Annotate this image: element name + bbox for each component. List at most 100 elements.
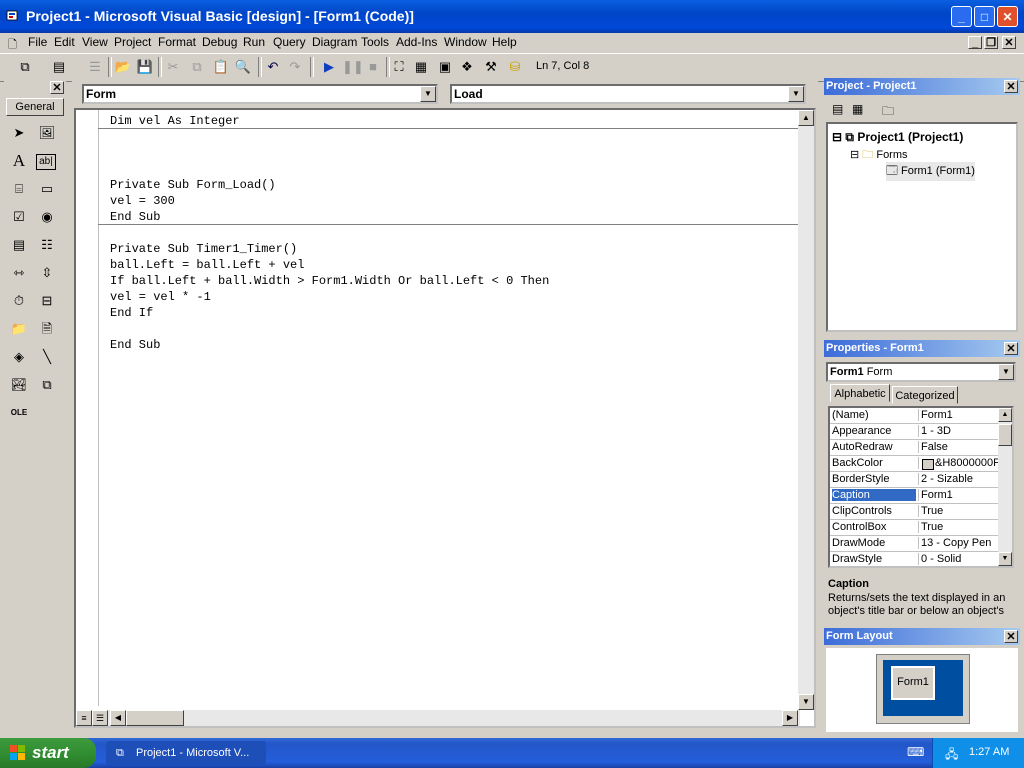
chevron-down-icon[interactable]: ▼	[998, 364, 1014, 380]
tree-project-root[interactable]: ⊟ ⧉ Project1 (Project1)	[832, 130, 963, 145]
menu-window[interactable]: Window	[444, 35, 487, 49]
margin-indicator-bar[interactable]	[76, 110, 99, 706]
property-row-selected[interactable]: Caption Form1	[830, 488, 998, 504]
scroll-down-icon[interactable]: ▼	[798, 694, 814, 710]
code-line[interactable]: If ball.Left + ball.Width > Form1.Width …	[110, 274, 549, 288]
menu-addins[interactable]: Add-Ins	[396, 35, 437, 49]
tree-form1-item[interactable]: 🗔 Form1 (Form1)	[886, 162, 975, 181]
frame-icon[interactable]: ⌸	[8, 178, 30, 200]
chevron-down-icon[interactable]: ▼	[788, 86, 804, 102]
vscrollbar-icon[interactable]: ⇳	[36, 262, 58, 284]
chevron-down-icon[interactable]: ▼	[420, 86, 436, 102]
horizontal-scroll-thumb[interactable]	[126, 710, 184, 726]
start-icon[interactable]: ▶	[320, 58, 338, 76]
vertical-scrollbar[interactable]: ▲ ▼	[798, 110, 814, 710]
scroll-left-icon[interactable]: ◀	[110, 710, 126, 726]
commandbutton-icon[interactable]: ▭	[36, 178, 58, 200]
network-icon[interactable]: 🖧	[945, 745, 958, 766]
menu-file[interactable]: File	[28, 35, 47, 49]
scroll-up-icon[interactable]: ▲	[998, 408, 1012, 422]
add-project-icon[interactable]: ⧉	[16, 58, 34, 76]
maximize-button[interactable]: □	[974, 6, 995, 27]
property-row[interactable]: BackColor &H8000000F	[830, 456, 1000, 472]
hscrollbar-icon[interactable]: ⇿	[8, 262, 30, 284]
code-line[interactable]: Private Sub Timer1_Timer()	[110, 242, 297, 256]
keyboard-icon[interactable]: ⌨	[907, 745, 924, 759]
mdi-close-button[interactable]: ✕	[1002, 36, 1016, 49]
close-button[interactable]: ✕	[997, 6, 1018, 27]
code-line[interactable]: ball.Left = ball.Left + vel	[110, 258, 304, 272]
menu-query[interactable]: Query	[273, 35, 306, 49]
undo-icon[interactable]: ↶	[264, 58, 282, 76]
menu-format[interactable]: Format	[158, 35, 196, 49]
cut-icon[interactable]: ✂	[164, 58, 182, 76]
minimize-button[interactable]: _	[951, 6, 972, 27]
timer-icon[interactable]: ⏱	[8, 290, 30, 312]
toggle-folders-icon[interactable]: 🗀	[882, 102, 900, 118]
open-icon[interactable]: 📂	[114, 58, 132, 76]
code-line[interactable]: vel = vel * -1	[110, 290, 211, 304]
menu-tools[interactable]: Tools	[361, 35, 389, 49]
textbox-icon[interactable]: ab|	[36, 154, 56, 170]
title-bar[interactable]: Project1 - Microsoft Visual Basic [desig…	[0, 0, 1024, 33]
break-icon[interactable]: ❚❚	[342, 58, 364, 76]
horizontal-scrollbar[interactable]: ≡ ☰ ◀ ▶	[76, 710, 800, 726]
property-scroll-thumb[interactable]	[998, 424, 1012, 446]
property-row[interactable]: DrawMode 13 - Copy Pen	[830, 536, 998, 552]
menu-help[interactable]: Help	[492, 35, 517, 49]
tab-alphabetic[interactable]: Alphabetic	[830, 384, 890, 402]
scroll-down-icon[interactable]: ▼	[998, 552, 1012, 566]
property-row[interactable]: DrawStyle 0 - Solid	[830, 552, 998, 568]
menu-run[interactable]: Run	[243, 35, 265, 49]
toolbox-tab-general[interactable]: General	[6, 98, 64, 116]
scroll-right-icon[interactable]: ▶	[782, 710, 798, 726]
procedure-view-icon[interactable]: ≡	[76, 710, 92, 726]
object-combo[interactable]: Form ▼	[82, 84, 438, 104]
code-editor[interactable]: Dim vel As Integer Private Sub Form_Load…	[74, 108, 816, 728]
taskbar-item-vb[interactable]: ⧉ Project1 - Microsoft V...	[106, 741, 266, 765]
start-button[interactable]: start	[0, 738, 96, 768]
mdi-minimize-button[interactable]: _	[968, 36, 982, 49]
project-explorer-icon[interactable]: ⛶	[390, 58, 408, 76]
ole-icon[interactable]: OLE	[8, 402, 30, 424]
code-line[interactable]: Dim vel As Integer	[110, 114, 240, 128]
code-line[interactable]: End Sub	[110, 338, 160, 352]
redo-icon[interactable]: ↷	[286, 58, 304, 76]
code-line[interactable]: Private Sub Form_Load()	[110, 178, 276, 192]
listbox-icon[interactable]: ☷	[36, 234, 58, 256]
menu-debug[interactable]: Debug	[202, 35, 237, 49]
data-control-icon[interactable]: ⧉	[36, 374, 58, 396]
form-layout-close-button[interactable]: ✕	[1004, 630, 1018, 643]
copy-icon[interactable]: ⧉	[188, 58, 206, 76]
optionbutton-icon[interactable]: ◉	[36, 206, 58, 228]
mdi-restore-button[interactable]: ❐	[984, 36, 998, 49]
property-row[interactable]: ClipControls True	[830, 504, 998, 520]
line-icon[interactable]: ╲	[36, 346, 58, 368]
filelistbox-icon[interactable]: 🗎	[36, 318, 58, 340]
form-layout-icon[interactable]: ▣	[436, 58, 454, 76]
end-icon[interactable]: ■	[364, 58, 382, 76]
toolbox-icon[interactable]: ⚒	[482, 58, 500, 76]
menu-project[interactable]: Project	[114, 35, 151, 49]
object-selector[interactable]: Form1 Form ▼	[826, 362, 1016, 382]
dirlistbox-icon[interactable]: 📁	[8, 318, 30, 340]
view-object-icon[interactable]: ▦	[852, 102, 870, 118]
property-scrollbar[interactable]: ▲ ▼	[998, 408, 1012, 566]
object-browser-icon[interactable]: ❖	[458, 58, 476, 76]
menu-view[interactable]: View	[82, 35, 108, 49]
form1-preview[interactable]: Form1	[891, 666, 935, 700]
properties-window-icon[interactable]: ▦	[412, 58, 430, 76]
view-code-icon[interactable]: ▤	[832, 102, 850, 118]
save-icon[interactable]: 💾	[136, 58, 154, 76]
code-line[interactable]: vel = 300	[110, 194, 175, 208]
tab-categorized[interactable]: Categorized	[892, 386, 958, 404]
property-row[interactable]: ControlBox True	[830, 520, 998, 536]
property-row[interactable]: AutoRedraw False	[830, 440, 998, 456]
property-row[interactable]: (Name) Form1	[830, 408, 998, 424]
procedure-combo[interactable]: Load ▼	[450, 84, 806, 104]
property-row[interactable]: Appearance 1 - 3D	[830, 424, 998, 440]
property-row[interactable]: BorderStyle 2 - Sizable	[830, 472, 998, 488]
combobox-icon[interactable]: ▤	[8, 234, 30, 256]
shape-icon[interactable]: ◈	[8, 346, 30, 368]
properties-close-button[interactable]: ✕	[1004, 342, 1018, 355]
